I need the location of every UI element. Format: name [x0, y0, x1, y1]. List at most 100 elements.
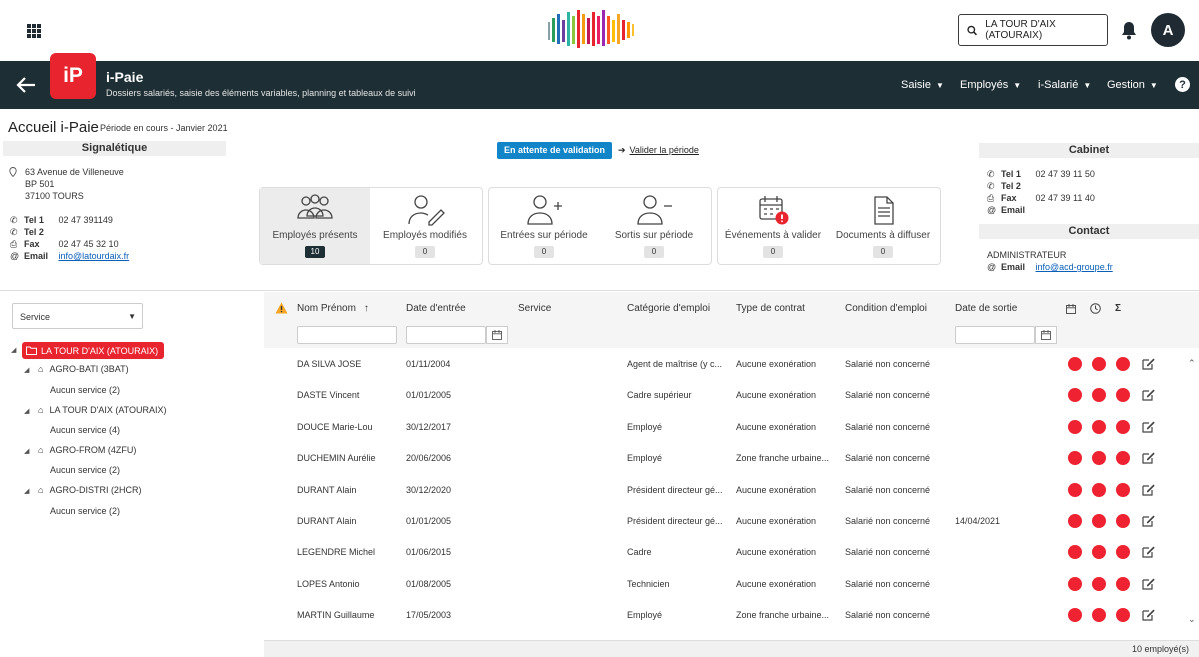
nav-gestion[interactable]: Gestion ▼ [1107, 79, 1158, 91]
status-dot[interactable] [1068, 608, 1082, 623]
kpi-evenements[interactable]: Événements à valider 0 [718, 188, 828, 264]
col-type-contrat[interactable]: Type de contrat [736, 303, 805, 314]
status-dot[interactable] [1116, 545, 1130, 560]
filter-date-entree-calendar[interactable] [486, 326, 508, 344]
tree-leaf[interactable]: Aucun service (2) [50, 385, 120, 395]
status-dot[interactable] [1068, 545, 1082, 560]
help-icon[interactable]: ? [1175, 77, 1190, 92]
table-row[interactable]: LEGENDRE Michel 01/06/2015 Cadre Aucune exo… [264, 537, 1184, 568]
status-dot[interactable] [1092, 514, 1106, 528]
filter-date-sortie-input[interactable] [955, 326, 1035, 344]
col-date-sortie[interactable]: Date de sortie [955, 303, 1017, 314]
kpi-documents[interactable]: Documents à diffuser 0 [828, 188, 938, 264]
tree-leaf[interactable]: Aucun service (4) [50, 425, 120, 435]
kpi-sortis[interactable]: Sortis sur période 0 [599, 188, 709, 264]
scroll-up-icon[interactable]: ⌃ [1188, 358, 1196, 369]
status-dot[interactable] [1068, 576, 1082, 591]
status-dot[interactable] [1116, 576, 1130, 591]
status-dot[interactable] [1116, 451, 1130, 466]
status-dot[interactable] [1068, 482, 1082, 497]
email-link[interactable]: info@acd-groupe.fr [1036, 262, 1113, 272]
filter-nom-input[interactable] [297, 326, 397, 344]
edit-icon[interactable] [1142, 577, 1155, 590]
edit-icon[interactable] [1142, 357, 1155, 370]
status-dot[interactable] [1092, 482, 1106, 497]
kpi-employes-modifies[interactable]: Employés modifiés 0 [370, 188, 480, 264]
expand-icon[interactable]: ◢ [24, 447, 29, 455]
status-dot[interactable] [1068, 451, 1082, 466]
tree-node[interactable]: ⌂ AGRO-FROM (4ZFU) [38, 445, 136, 455]
col-date-entree[interactable]: Date d'entrée [406, 303, 466, 314]
nav-saisie[interactable]: Saisie ▼ [901, 79, 944, 91]
col-nom-prenom[interactable]: Nom Prénom ↑ [297, 303, 369, 314]
col-condition[interactable]: Condition d'emploi [845, 303, 927, 314]
edit-icon[interactable] [1142, 451, 1155, 464]
table-row[interactable]: DOUCE Marie-Lou 30/12/2017 Employé Aucune e… [264, 412, 1184, 443]
kpi-employes-presents[interactable]: Employés présents 10 [260, 188, 370, 264]
kpi-entrees[interactable]: Entrées sur période 0 [489, 188, 599, 264]
status-dot[interactable] [1092, 388, 1106, 403]
tree-node[interactable]: ⌂ LA TOUR D'AIX (ATOURAIX) [38, 405, 167, 415]
service-select[interactable]: Service ▼ [12, 303, 143, 329]
col-categorie[interactable]: Catégorie d'emploi [627, 303, 710, 314]
table-scrollbar[interactable]: ⌃ ⌄ [1185, 350, 1199, 640]
col-service[interactable]: Service [518, 303, 551, 314]
table-header [264, 292, 1199, 348]
edit-icon[interactable] [1142, 545, 1155, 558]
status-dot[interactable] [1116, 608, 1130, 623]
tree-node[interactable]: ⌂ AGRO-DISTRI (2HCR) [38, 485, 141, 495]
nav-employes[interactable]: Employés ▼ [960, 79, 1021, 91]
edit-icon[interactable] [1142, 483, 1155, 496]
filter-date-sortie-calendar[interactable] [1035, 326, 1057, 344]
status-dot[interactable] [1116, 357, 1130, 371]
edit-icon[interactable] [1142, 608, 1155, 621]
table-row[interactable]: MARTIN Guillaume 17/05/2003 Employé Zone fr… [264, 600, 1184, 631]
tree-leaf[interactable]: Aucun service (2) [50, 506, 120, 516]
table-row[interactable]: DURANT Alain 30/12/2020 Président directeu… [264, 475, 1184, 506]
expand-icon[interactable]: ◢ [24, 366, 29, 374]
apps-grid-icon[interactable] [27, 24, 41, 38]
status-dot[interactable] [1092, 419, 1106, 434]
status-dot[interactable] [1068, 357, 1082, 371]
user-avatar[interactable]: A [1151, 13, 1185, 47]
status-dot[interactable] [1068, 514, 1082, 528]
status-dot[interactable] [1092, 545, 1106, 560]
status-dot[interactable] [1116, 482, 1130, 497]
validate-period-link[interactable]: ➔ Valider la période [618, 145, 699, 156]
sigma-icon[interactable]: Σ [1115, 303, 1121, 314]
tree-root-company[interactable]: LA TOUR D'AIX (ATOURAIX) [22, 342, 165, 359]
status-dot[interactable] [1068, 419, 1082, 434]
table-row[interactable]: LOPES Antonio 01/08/2005 Technicien Aucune … [264, 569, 1184, 600]
table-row[interactable]: DUCHEMIN Aurélie 20/06/2006 Employé Zone fr… [264, 443, 1184, 474]
expand-icon[interactable]: ◢ [11, 346, 16, 354]
edit-icon[interactable] [1142, 514, 1155, 527]
nav-i-salarie[interactable]: i-Salarié ▼ [1038, 79, 1091, 91]
table-row[interactable]: DASTE Vincent 01/01/2005 Cadre supérieur Au… [264, 380, 1184, 411]
status-dot[interactable] [1116, 388, 1130, 403]
company-search-button[interactable]: LA TOUR D'AIX (ATOURAIX) [958, 14, 1108, 46]
expand-icon[interactable]: ◢ [24, 407, 29, 415]
clock-icon[interactable] [1090, 303, 1101, 314]
status-dot[interactable] [1092, 608, 1106, 623]
scroll-down-icon[interactable]: ⌄ [1188, 614, 1196, 625]
table-cell: Aucune exonération [736, 484, 817, 495]
filter-date-entree-input[interactable] [406, 326, 486, 344]
status-dot[interactable] [1092, 357, 1106, 371]
calendar-icon[interactable] [1066, 304, 1076, 314]
tree-leaf[interactable]: Aucun service (2) [50, 465, 120, 475]
edit-icon[interactable] [1142, 388, 1155, 401]
edit-icon[interactable] [1142, 420, 1155, 433]
email-link[interactable]: info@latourdaix.fr [59, 251, 130, 261]
status-dot[interactable] [1068, 388, 1082, 403]
table-row[interactable]: DA SILVA JOSE 01/11/2004 Agent de maîtrise… [264, 349, 1184, 380]
bell-icon[interactable] [1120, 20, 1138, 40]
status-dot[interactable] [1092, 576, 1106, 591]
back-arrow-icon[interactable] [15, 74, 37, 96]
status-dot[interactable] [1116, 419, 1130, 434]
status-dot[interactable] [1092, 451, 1106, 466]
home-icon: ⌂ [38, 405, 44, 415]
expand-icon[interactable]: ◢ [24, 487, 29, 495]
tree-node[interactable]: ⌂ AGRO-BATI (3BAT) [38, 364, 129, 374]
status-dot[interactable] [1116, 514, 1130, 528]
table-row[interactable]: DURANT Alain 01/01/2005 Président directeu… [264, 506, 1184, 537]
